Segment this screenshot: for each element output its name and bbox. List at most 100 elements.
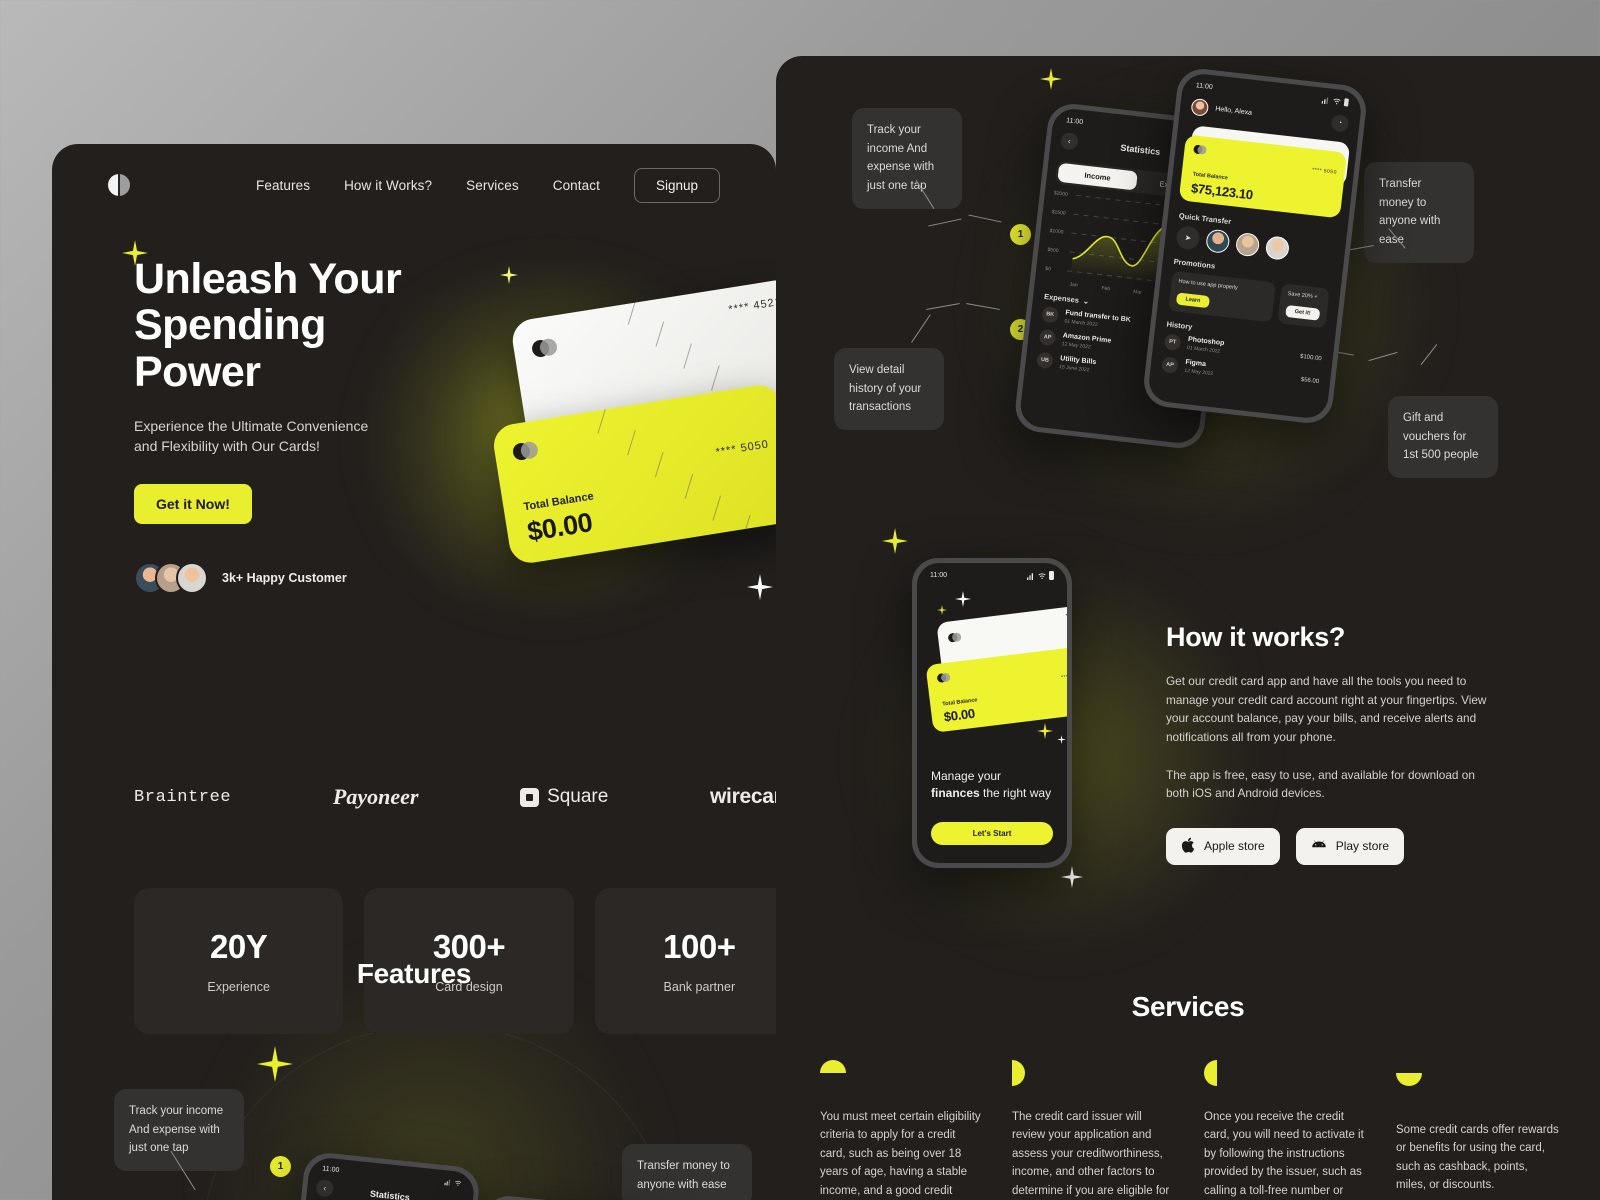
chart-y-tick: $2000	[1053, 190, 1069, 198]
history-amount: $100.00	[1299, 353, 1322, 362]
customers-count-label: 3k+ Happy Customer	[222, 571, 347, 586]
apple-store-button[interactable]: Apple store	[1166, 827, 1280, 865]
sparkle-icon	[500, 266, 518, 284]
brand-logo-braintree: Braintree	[134, 787, 232, 807]
how-it-works-title: How it works?	[1166, 622, 1346, 652]
service-text: Some credit cards offer rewards or benef…	[1396, 1124, 1559, 1192]
service-item-eligibility: You must meet certain eligibility criter…	[820, 1060, 984, 1200]
half-circle-right-icon	[1012, 1060, 1038, 1086]
headline-part-a: Manage your	[931, 769, 1002, 783]
chart-y-tick: $1000	[1049, 228, 1064, 236]
chart-x-tick: Mar	[1132, 288, 1143, 296]
history-avatar: AP	[1161, 355, 1179, 374]
right-panel: Track your income And expense with just …	[776, 56, 1600, 1200]
quick-transfer-label: Quick Transfer	[1178, 211, 1232, 227]
card-number-masked: **** 5050	[1060, 672, 1067, 681]
tab-income[interactable]: Income	[1057, 162, 1138, 191]
chevron-left-icon[interactable]: ‹	[315, 1178, 335, 1198]
chart-x-tick: Feb	[1101, 285, 1111, 293]
sparkle-icon	[882, 528, 908, 554]
nav-link-how-it-works[interactable]: How it Works?	[344, 178, 432, 193]
hero-title-line-3: Power	[134, 347, 261, 396]
nav-link-services[interactable]: Services	[466, 178, 519, 193]
home-card-area: **** 5050 Total Balance $75,123.10	[1178, 125, 1351, 221]
chart-y-tick: $500	[1047, 246, 1059, 255]
services-section-title: Services	[1131, 991, 1245, 1022]
chart-x-tick: Jan	[1069, 281, 1079, 289]
history-amount: $56.00	[1300, 376, 1320, 385]
transaction-meta: Utility Bills 15 June 2022	[1059, 355, 1097, 374]
chevron-left-icon[interactable]: ‹	[1059, 131, 1079, 151]
half-circle-logo-icon[interactable]	[108, 174, 130, 196]
nav-link-contact[interactable]: Contact	[553, 178, 600, 193]
promotions-label: Promotions	[1173, 256, 1216, 271]
apple-store-label: Apple store	[1204, 839, 1265, 854]
sparkle-icon	[955, 591, 971, 607]
chart-y-tick: $1500	[1051, 209, 1066, 217]
play-store-label: Play store	[1335, 839, 1390, 854]
square-icon	[520, 787, 540, 807]
signup-button[interactable]: Signup	[633, 167, 720, 203]
card-balance-label: Total Balance	[1192, 171, 1229, 182]
callout-1: Track your income And expense with just …	[852, 108, 962, 209]
send-icon[interactable]: ➤	[1175, 225, 1201, 251]
expenses-label: Expenses	[1043, 291, 1080, 305]
callout-3: Transfer money to anyone with ease	[622, 1144, 752, 1200]
promo-learn-button[interactable]: Learn	[1175, 292, 1211, 308]
brand-logo-payoneer: Payoneer	[332, 784, 419, 809]
avatar	[1190, 97, 1210, 117]
promo-card-2[interactable]: Save 20% + Get it!	[1277, 283, 1330, 329]
contact-avatar[interactable]	[1264, 235, 1291, 261]
connector-dash	[928, 218, 962, 227]
history-meta: Photoshop 01 March 2022	[1187, 336, 1225, 355]
headline-part-d: way	[1029, 786, 1052, 801]
transaction-avatar: BK	[1041, 305, 1059, 324]
chart-y-tick: $0	[1044, 265, 1052, 273]
main-navigation: Features How it Works? Services Contact …	[52, 144, 776, 226]
apple-icon	[1181, 837, 1195, 856]
callout-text: Gift and vouchers for 1st 500 people	[1403, 412, 1479, 462]
android-icon	[1311, 839, 1327, 854]
transaction-meta: Amazon Prime 12 May 2022	[1062, 332, 1112, 352]
transaction-meta: Fund transfer to BK 01 March 2022	[1064, 309, 1131, 331]
history-date: 12 May 2022	[1184, 368, 1214, 378]
history-avatar: PT	[1163, 333, 1182, 351]
chevron-down-icon[interactable]: ⌄	[1082, 296, 1089, 306]
promo-get-button[interactable]: Get it!	[1285, 304, 1321, 321]
phone-screen: 11:00 **** 4521 **** 5050 Total	[917, 563, 1067, 863]
how-it-works-paragraph-1: Get our credit card app and have all the…	[1166, 674, 1487, 744]
card-number-masked: **** 4521	[1065, 610, 1067, 619]
status-time: 11:00	[930, 572, 947, 579]
play-store-button[interactable]: Play store	[1295, 827, 1405, 865]
status-time: 11:00	[1195, 81, 1214, 91]
brand-logo-wirecard: wirecard	[710, 785, 776, 808]
card-chip-icon	[936, 672, 951, 684]
services-columns: You must meet certain eligibility criter…	[820, 1060, 1560, 1200]
store-buttons: Apple store Play store	[1166, 827, 1496, 865]
sparkle-icon	[1037, 723, 1053, 739]
promo-card-1[interactable]: How to use app properly Learn	[1168, 270, 1276, 323]
headline-part-c: the right	[983, 786, 1027, 801]
callout-4: Gift and vouchers for 1st 500 people	[1388, 396, 1498, 478]
get-it-now-button[interactable]: Get it Now!	[134, 484, 252, 525]
how-it-works-block: How it works? Get our credit card app an…	[1166, 622, 1496, 865]
service-item-rewards: Some credit cards offer rewards or benef…	[1396, 1060, 1560, 1200]
transaction-avatar: UB	[1036, 351, 1054, 370]
contact-avatar[interactable]	[1205, 228, 1231, 254]
contact-avatar[interactable]	[1234, 231, 1261, 258]
sparkle-icon	[257, 1046, 293, 1082]
phone-mockup-home: 11:00 Hello, Alexa ◔ **** 5050 Total Bal…	[1141, 66, 1369, 426]
phone-screen: 11:00 Hello, Alexa ◔ **** 5050 Total Bal…	[1146, 71, 1364, 421]
avatar	[176, 562, 208, 595]
connector-dash	[926, 303, 960, 311]
brand-logo-square: Square	[520, 786, 608, 808]
transaction-avatar: AP	[1038, 328, 1057, 347]
history-meta: Figma 12 May 2022	[1184, 359, 1214, 377]
onboard-headline: Manage your finances the right way	[931, 768, 1053, 803]
bell-icon[interactable]: ◔	[1330, 113, 1350, 133]
nav-link-features[interactable]: Features	[256, 178, 310, 193]
avatar-group	[134, 562, 208, 595]
sparkle-icon	[1040, 68, 1062, 90]
lets-start-button[interactable]: Let's Start	[931, 822, 1053, 845]
card-chip-icon	[1193, 144, 1208, 155]
